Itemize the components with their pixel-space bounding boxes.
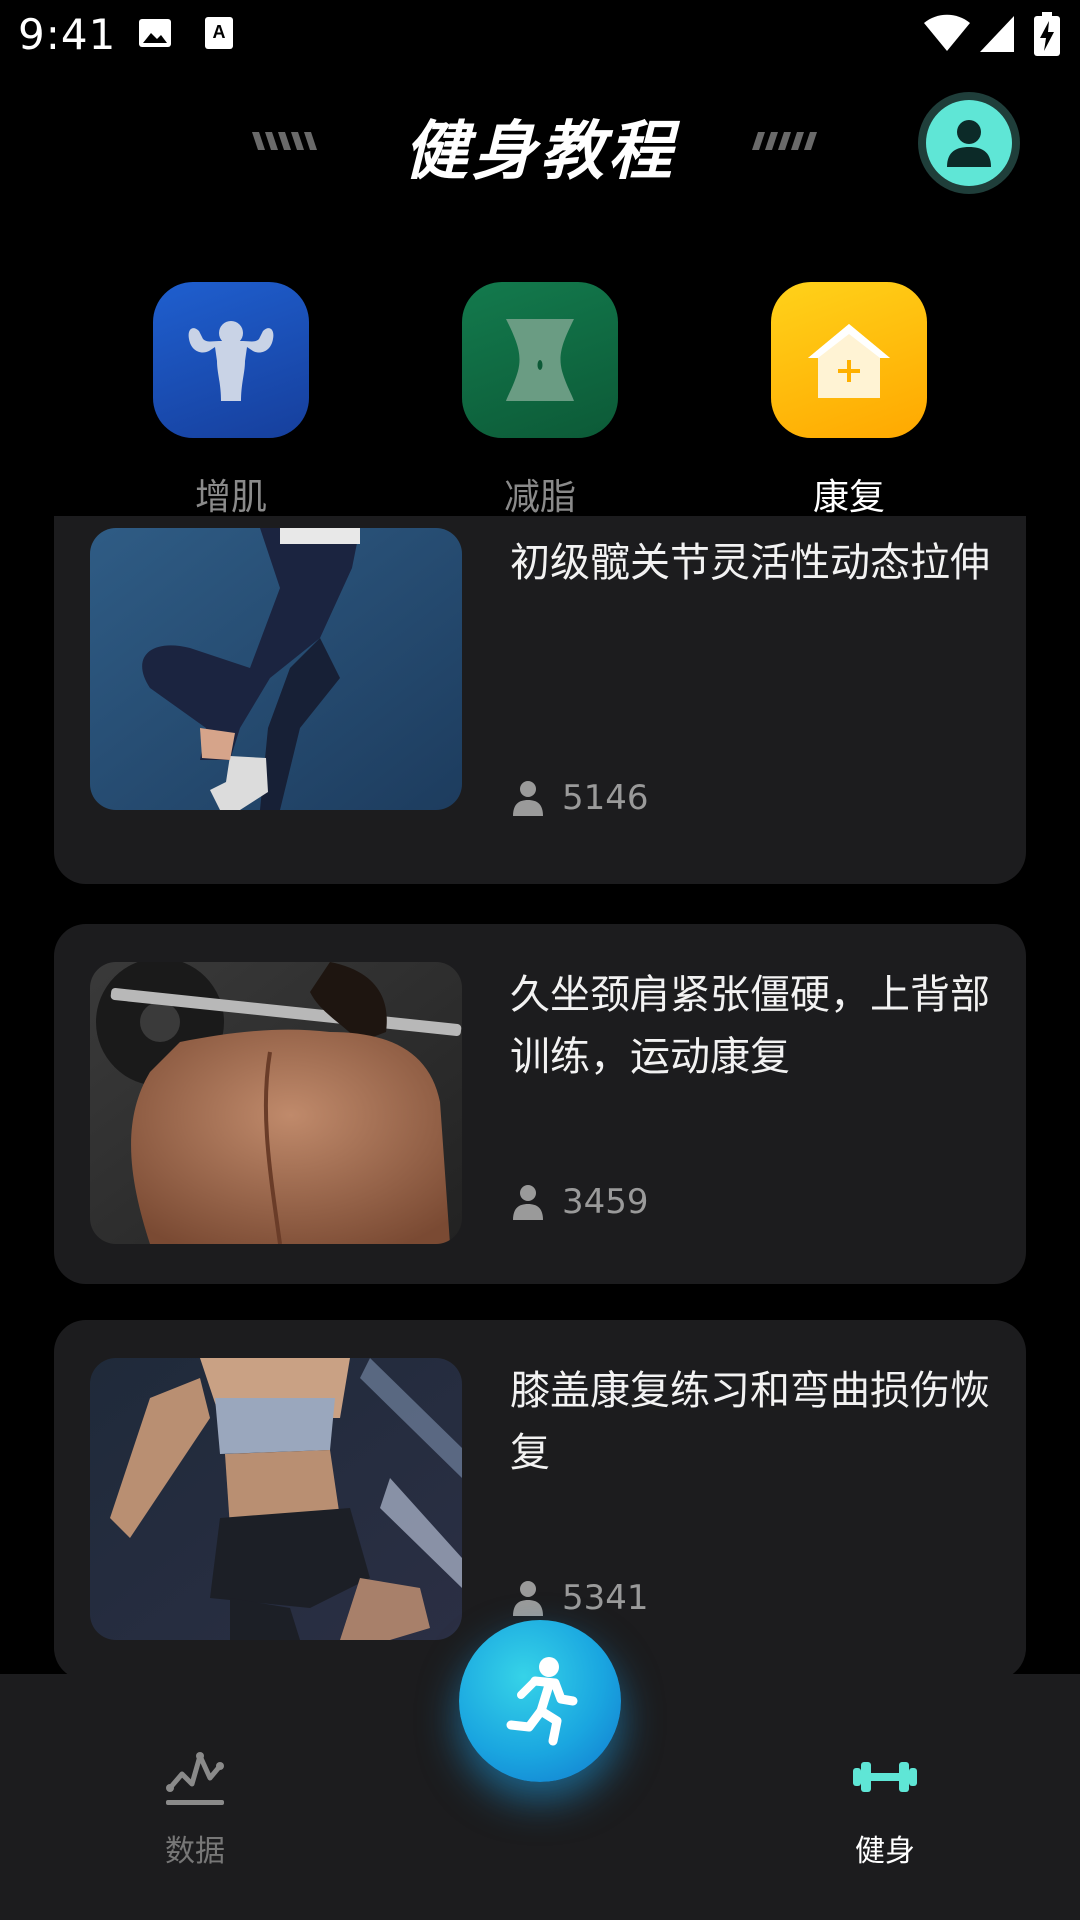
category-label: 康复 [812,477,885,518]
status-bar: 9:41 A [0,0,1080,72]
category-label: 增肌 [194,477,267,518]
muscle-icon [188,321,274,401]
view-count: 3459 [512,1182,649,1222]
chart-line-icon [166,1752,224,1805]
tutorial-thumbnail [90,962,462,1244]
running-icon [506,1657,578,1746]
tutorial-card[interactable]: 久坐颈肩紧张僵硬，上背部训练，运动康复 3459 [54,924,1026,1284]
tutorial-title: 膝盖康复练习和弯曲损伤恢复 [510,1368,990,1476]
person-icon [513,781,543,816]
status-time: 9:41 [18,10,117,59]
svg-text:A: A [213,22,226,42]
tutorial-card[interactable]: 初级髋关节灵活性动态拉伸 5146 [54,516,1026,884]
right-decoration-lines [752,132,817,150]
font-icon: A [205,17,233,49]
tutorial-thumbnail [90,1358,462,1640]
tutorial-list[interactable]: 初级髋关节灵活性动态拉伸 5146 久坐颈肩紧张僵硬，上背部训练，运动康复 34… [0,516,1080,1674]
view-count: 5341 [512,1578,649,1618]
tutorial-title: 初级髋关节灵活性动态拉伸 [510,540,990,586]
waist-icon [506,319,574,401]
avatar [926,100,1012,186]
home-plus-icon [808,324,890,398]
category-tile [771,282,927,438]
dumbbell-icon [853,1762,917,1792]
view-count-value: 5341 [562,1578,649,1618]
view-count-value: 3459 [562,1182,649,1222]
view-count: 5146 [512,778,649,818]
nav-label: 数据 [165,1834,225,1869]
category-label: 减脂 [503,477,576,518]
start-workout-button[interactable] [459,1620,621,1782]
nav-label: 健身 [855,1834,915,1869]
category-rehab[interactable]: 康复 [771,282,927,520]
image-icon [139,19,171,47]
nav-item-data[interactable]: 数据 [115,1744,275,1870]
category-tile [153,282,309,438]
header: 健身教程 [0,72,1080,202]
category-tile [462,282,618,438]
battery-charging-icon [1034,12,1060,56]
person-icon [513,1185,543,1220]
wifi-icon [924,14,970,51]
tutorial-thumbnail [90,528,462,810]
nav-item-fitness[interactable]: 健身 [805,1744,965,1870]
person-icon [513,1581,543,1616]
tutorial-title: 久坐颈肩紧张僵硬，上背部训练，运动康复 [510,972,990,1080]
category-muscle[interactable]: 增肌 [153,282,309,520]
signal-icon [980,16,1014,52]
avatar-button[interactable] [918,92,1020,194]
view-count-value: 5146 [562,778,649,818]
user-icon [947,120,991,167]
category-fat-loss[interactable]: 减脂 [462,282,618,520]
